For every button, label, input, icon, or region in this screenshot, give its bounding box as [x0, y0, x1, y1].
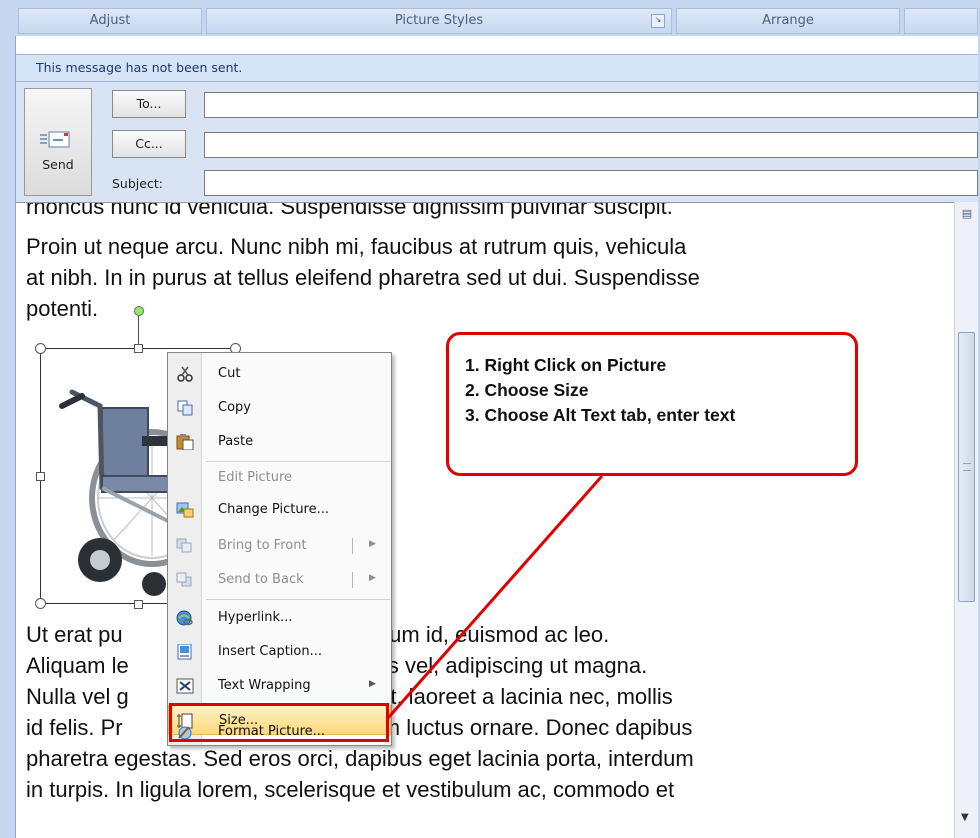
menu-separator — [206, 599, 390, 600]
ribbon-group-adjust[interactable]: Adjust — [18, 8, 202, 34]
submenu-arrow-icon[interactable]: ▶ — [369, 573, 376, 583]
vertical-scrollbar[interactable]: ▤ ▼ — [954, 202, 978, 838]
rotation-handle-stem — [138, 316, 139, 344]
instruction-list: 1. Right Click on Picture 2. Choose Size… — [465, 353, 735, 428]
ribbon-group-label: Arrange — [762, 13, 814, 28]
send-button-label: Send — [42, 157, 74, 172]
menu-item-label: Cut — [218, 366, 241, 381]
menu-item-paste[interactable]: Paste — [168, 427, 391, 457]
ribbon-group-label: Picture Styles — [394, 13, 484, 28]
menu-item-label: Change Picture... — [218, 502, 330, 517]
scrollbar-thumb[interactable] — [958, 332, 975, 602]
menu-item-edit-picture[interactable]: Edit Picture — [168, 463, 391, 493]
resize-handle-nw[interactable] — [35, 343, 46, 354]
menu-item-copy[interactable]: Copy — [168, 393, 391, 423]
send-to-back-icon — [176, 572, 192, 587]
scrollbar-grip-icon — [963, 463, 971, 471]
instruction-step-3: 3. Choose Alt Text tab, enter text — [465, 405, 736, 425]
ribbon-group-picture-styles[interactable]: Picture Styles ↘ — [206, 8, 672, 34]
ribbon-group-arrange[interactable]: Arrange — [676, 8, 900, 34]
menu-item-label: Send to Back — [218, 572, 304, 587]
to-field[interactable] — [204, 92, 978, 118]
message-infobar: This message has not been sent. — [16, 54, 978, 82]
paste-icon — [176, 434, 194, 450]
body-paragraph-2: Ut erat pu t condimentum id, euismod ac … — [26, 622, 694, 802]
menu-item-text-wrapping[interactable]: Text Wrapping ▶ — [168, 671, 391, 701]
instruction-callout: 1. Right Click on Picture 2. Choose Size… — [446, 332, 858, 476]
menu-item-send-to-back[interactable]: Send to Back ▶ — [168, 565, 391, 595]
subject-field[interactable] — [204, 170, 978, 196]
ribbon: Adjust Picture Styles ↘ Arrange — [0, 0, 980, 36]
body-paragraph-cut: rhoncus nunc id vehicula. Suspendisse di… — [26, 202, 673, 219]
window-frame-left — [0, 36, 16, 838]
menu-item-change-picture[interactable]: Change Picture... — [168, 495, 391, 525]
to-button[interactable]: To... — [112, 90, 186, 118]
resize-handle-sw[interactable] — [35, 598, 46, 609]
send-envelope-icon — [40, 131, 70, 148]
hyperlink-icon — [176, 610, 193, 626]
menu-item-cut[interactable]: Cut — [168, 359, 391, 389]
menu-item-label: Bring to Front — [218, 538, 307, 553]
menu-item-label: Insert Caption... — [218, 644, 323, 659]
copy-icon — [177, 400, 193, 416]
send-button[interactable]: Send — [24, 88, 92, 196]
text-wrapping-icon — [176, 678, 194, 694]
submenu-arrow-icon[interactable]: ▶ — [369, 539, 376, 549]
menu-item-label: Text Wrapping — [218, 678, 311, 693]
instruction-step-1: 1. Right Click on Picture — [465, 355, 667, 375]
menu-separator — [206, 461, 390, 462]
resize-handle-n[interactable] — [134, 344, 143, 353]
menu-item-insert-caption[interactable]: Insert Caption... — [168, 637, 391, 667]
resize-handle-s[interactable] — [134, 600, 143, 609]
split-separator — [352, 572, 353, 588]
cc-field[interactable] — [204, 132, 978, 158]
size-highlight-annotation — [169, 703, 389, 742]
subject-label: Subject: — [112, 176, 163, 191]
browse-object-icon[interactable]: ▤ — [959, 206, 975, 222]
message-header: Send To... Cc... Subject: — [16, 82, 978, 202]
change-picture-icon — [176, 502, 194, 518]
scissors-icon — [177, 366, 193, 382]
menu-item-label: Copy — [218, 400, 251, 415]
menu-item-label: Edit Picture — [218, 470, 293, 485]
submenu-arrow-icon[interactable]: ▶ — [369, 679, 376, 689]
ribbon-group-label: Adjust — [89, 13, 131, 28]
rotation-handle[interactable] — [134, 306, 144, 316]
dialog-launcher-icon[interactable]: ↘ — [651, 14, 665, 28]
menu-item-label: Paste — [218, 434, 254, 449]
resize-handle-w[interactable] — [36, 472, 45, 481]
body-paragraph-1: Proin ut neque arcu. Nunc nibh mi, fauci… — [26, 234, 700, 321]
menu-item-label: Hyperlink... — [218, 610, 293, 625]
insert-caption-icon — [177, 644, 192, 660]
context-menu: Cut Copy Paste Edit Picture Change Pictu… — [167, 352, 392, 746]
bring-to-front-icon — [176, 538, 192, 553]
menu-item-bring-to-front[interactable]: Bring to Front ▶ — [168, 531, 391, 561]
ribbon-group-extra[interactable] — [904, 8, 978, 34]
cc-button[interactable]: Cc... — [112, 130, 186, 158]
menu-item-hyperlink[interactable]: Hyperlink... — [168, 603, 391, 633]
instruction-step-2: 2. Choose Size — [465, 380, 589, 400]
split-separator — [352, 538, 353, 554]
scroll-down-arrow-icon[interactable]: ▼ — [961, 812, 969, 823]
